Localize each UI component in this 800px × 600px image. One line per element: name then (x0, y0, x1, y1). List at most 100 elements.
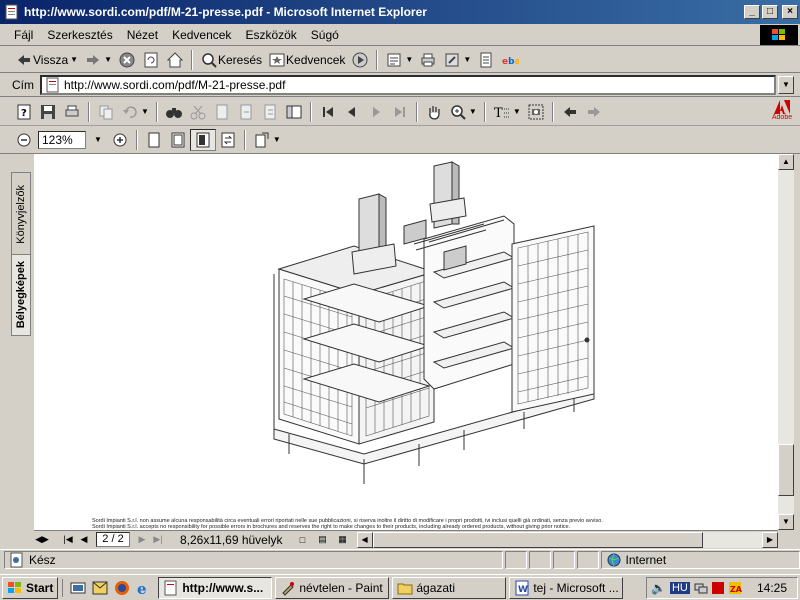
pdf-document-view[interactable]: Sordi Impianti S.r.l. non assume alcuna … (34, 154, 778, 530)
refresh-button[interactable] (139, 49, 163, 71)
menu-file[interactable]: Fájl (0, 28, 40, 42)
search-button[interactable]: Keresés (197, 49, 265, 71)
outlook-icon[interactable] (91, 579, 109, 597)
chevron-down-icon[interactable]: ▼ (141, 107, 149, 116)
discuss-button[interactable] (474, 49, 498, 71)
fit-width-button[interactable] (189, 128, 216, 151)
chevron-down-icon[interactable]: ▼ (463, 55, 471, 64)
show-desktop-icon[interactable] (69, 579, 87, 597)
pdf-help-button[interactable]: ? (12, 101, 36, 123)
hscroll-thumb[interactable] (372, 531, 703, 548)
copy-icon (99, 105, 113, 119)
next-page-button[interactable] (364, 101, 388, 123)
scroll-down-button[interactable]: ▼ (778, 514, 794, 530)
last-page-icon[interactable]: ▶| (150, 534, 166, 545)
toggle-nav-pane-button[interactable]: ◀▶ (34, 534, 50, 545)
history-button[interactable]: ▼ (382, 49, 416, 71)
browser-status-bar: Kész Internet (0, 549, 800, 569)
vertical-scrollbar[interactable]: ▲ ▼ (778, 154, 794, 530)
reflow-button[interactable] (216, 129, 240, 151)
text-select-button[interactable]: T ▼ (490, 101, 524, 123)
task-paint[interactable]: névtelen - Paint (275, 576, 390, 599)
language-indicator[interactable]: HU (669, 582, 690, 594)
pdf-tool-5[interactable] (258, 101, 282, 123)
page-number-input[interactable]: 2 / 2 (96, 532, 130, 547)
prev-page-icon[interactable]: ◀ (76, 534, 92, 545)
zoom-level-input[interactable]: 123% (38, 130, 86, 149)
antivirus-icon[interactable] (711, 581, 725, 595)
back-button[interactable]: Vissza ▼ (12, 49, 81, 71)
edit-button[interactable]: ▼ (440, 49, 474, 71)
chevron-down-icon[interactable]: ▼ (273, 135, 281, 144)
hand-tool-button[interactable] (422, 101, 446, 123)
actual-size-button[interactable] (142, 129, 166, 151)
home-button[interactable] (163, 49, 187, 71)
fit-page-button[interactable] (166, 129, 190, 151)
zoom-in-button[interactable] (108, 129, 132, 151)
pdf-copy-button[interactable] (94, 101, 118, 123)
last-page-button[interactable] (388, 101, 412, 123)
horizontal-scrollbar[interactable]: ◀ ▶ (356, 531, 778, 548)
tab-thumbnails[interactable]: Bélyegképek (11, 254, 31, 336)
print-button[interactable] (416, 49, 440, 71)
address-input[interactable]: http://www.sordi.com/pdf/M-21-presse.pdf (40, 74, 776, 95)
pdf-find-button[interactable] (162, 101, 186, 123)
chevron-down-icon[interactable]: ▼ (405, 55, 413, 64)
scroll-right-button[interactable]: ▶ (762, 531, 778, 548)
scroll-left-button[interactable]: ◀ (356, 531, 373, 548)
zonealarm-icon[interactable]: ZA (728, 581, 742, 595)
window-titlebar[interactable]: http://www.sordi.com/pdf/M-21-presse.pdf… (0, 0, 800, 24)
media-button[interactable] (348, 49, 372, 71)
pdf-bookmark-panel-button[interactable] (282, 101, 306, 123)
go-forward-view-button[interactable] (582, 101, 606, 123)
task-word[interactable]: W tej - Microsoft ... (509, 576, 624, 599)
zoom-dropdown-button[interactable]: ▼ (94, 135, 102, 144)
pdf-undo-button[interactable]: ▼ (118, 101, 152, 123)
prev-page-button[interactable] (340, 101, 364, 123)
close-button[interactable]: × (782, 5, 798, 19)
tab-bookmarks[interactable]: Könyvjelzők (11, 172, 31, 256)
first-page-button[interactable] (316, 101, 340, 123)
zoom-out-button[interactable] (12, 129, 36, 151)
snapshot-button[interactable] (524, 101, 548, 123)
menu-tools[interactable]: Eszközök (238, 28, 303, 42)
stop-button[interactable] (115, 49, 139, 71)
maximize-button[interactable]: □ (762, 5, 778, 19)
pdf-scissors-button[interactable] (186, 101, 210, 123)
forward-button[interactable]: ▼ (81, 49, 115, 71)
chevron-down-icon[interactable]: ▼ (70, 55, 78, 64)
chevron-down-icon[interactable]: ▼ (104, 55, 112, 64)
rotate-button[interactable]: ▼ (250, 129, 284, 151)
go-back-view-button[interactable] (558, 101, 582, 123)
task-folder[interactable]: ágazati (392, 576, 507, 599)
pdf-tool-4[interactable] (234, 101, 258, 123)
zoom-tool-button[interactable]: ▼ (446, 101, 480, 123)
start-button[interactable]: Start (2, 576, 59, 599)
internet-explorer-icon[interactable]: e (135, 579, 153, 597)
network-icon[interactable] (694, 581, 708, 595)
menu-favorites[interactable]: Kedvencek (165, 28, 238, 42)
menu-view[interactable]: Nézet (120, 28, 165, 42)
favorites-button[interactable]: Kedvencek (265, 49, 348, 71)
volume-icon[interactable]: 🔈 (651, 581, 666, 595)
chevron-down-icon[interactable]: ▼ (513, 107, 521, 116)
pdf-tool-3[interactable] (210, 101, 234, 123)
facing-pages-icon[interactable]: ▦ (335, 534, 351, 545)
menu-edit[interactable]: Szerkesztés (40, 28, 119, 42)
next-page-icon[interactable]: ▶ (134, 534, 150, 545)
scrollbar-thumb[interactable] (778, 444, 794, 496)
single-page-icon[interactable]: □ (295, 535, 311, 545)
address-dropdown-button[interactable]: ▼ (778, 75, 794, 94)
firefox-icon[interactable] (113, 579, 131, 597)
pdf-save-button[interactable] (36, 101, 60, 123)
first-page-icon[interactable]: |◀ (60, 534, 76, 545)
continuous-page-icon[interactable]: ▤ (315, 534, 331, 545)
scroll-up-button[interactable]: ▲ (778, 154, 794, 170)
menu-help[interactable]: Súgó (304, 28, 346, 42)
pdf-print-button[interactable] (60, 101, 84, 123)
task-internet-explorer[interactable]: http://www.s... (158, 576, 273, 599)
ebay-button[interactable]: ebay (498, 49, 522, 71)
minimize-button[interactable]: _ (744, 5, 760, 19)
chevron-down-icon[interactable]: ▼ (469, 107, 477, 116)
adobe-logo-icon[interactable]: Adobe (770, 100, 794, 124)
